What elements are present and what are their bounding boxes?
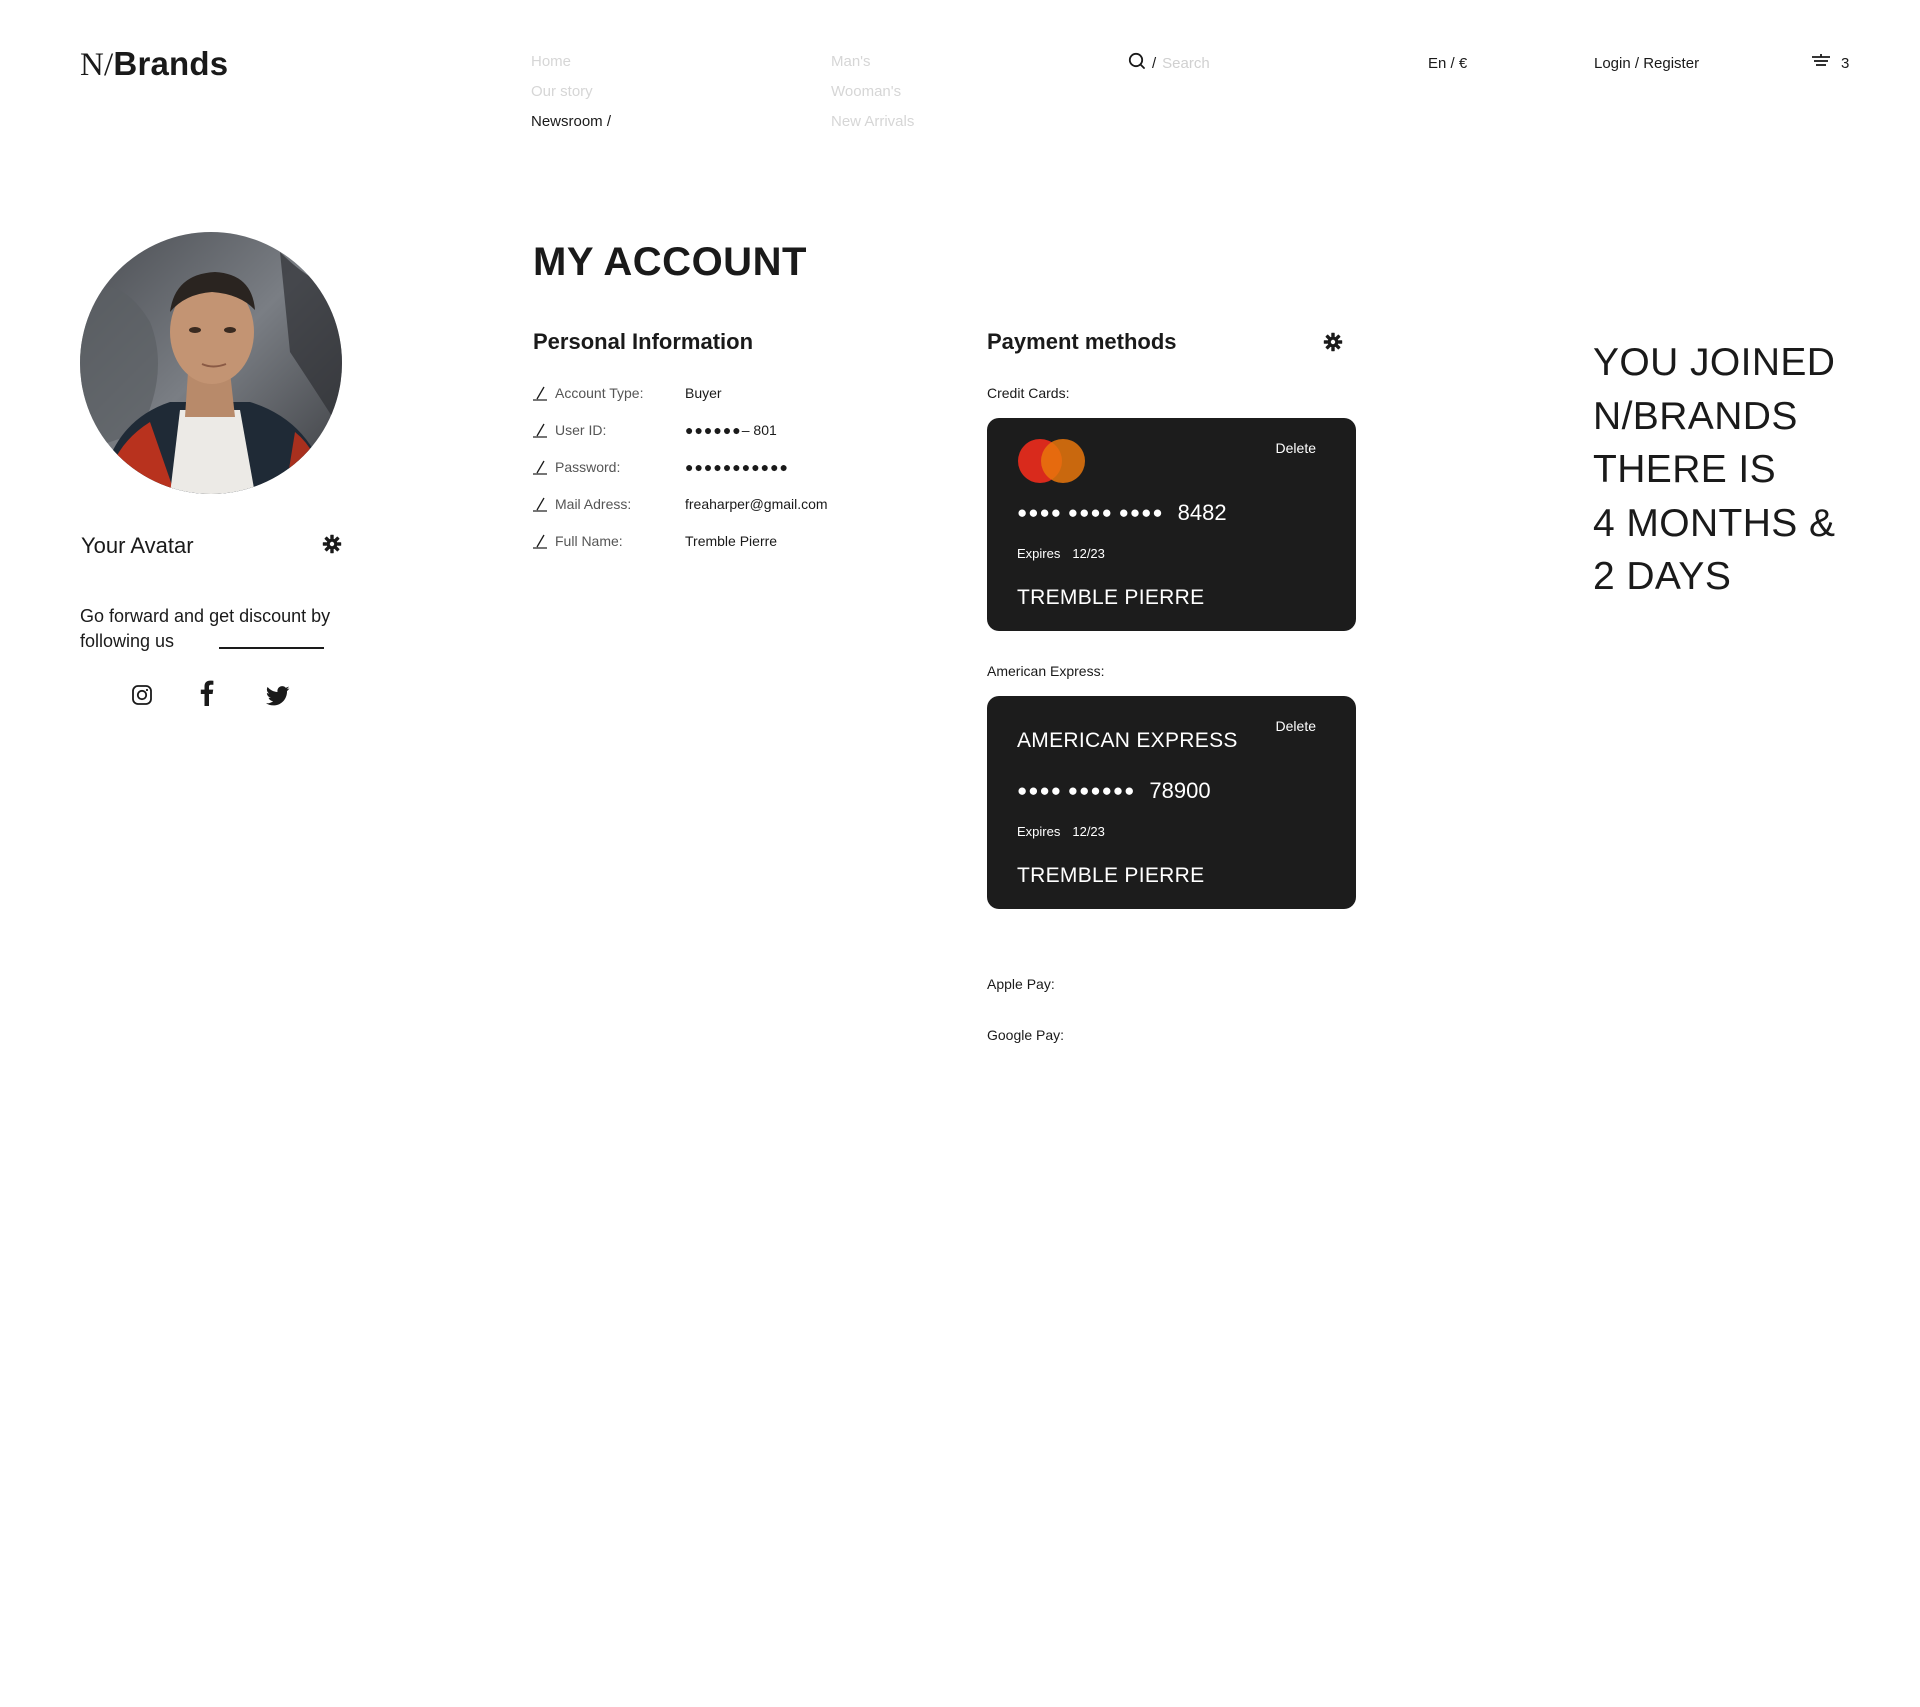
joined-line: 2 DAYS xyxy=(1593,555,1732,598)
info-value: – 801 xyxy=(741,422,777,438)
nav-link-new-arrivals[interactable]: New Arrivals xyxy=(831,112,914,131)
info-value-masked: ●●●●●● xyxy=(685,422,742,438)
language-currency-selector[interactable]: En / € xyxy=(1428,55,1467,72)
american-express-label: American Express: xyxy=(987,663,1105,679)
logo-name: Brands xyxy=(113,45,229,82)
avatar[interactable] xyxy=(80,232,342,494)
avatar-photo xyxy=(80,232,342,494)
primary-nav-left: Home Our story Newsroom / xyxy=(531,52,611,131)
page-title: MY ACCOUNT xyxy=(533,240,807,284)
info-label: Password: xyxy=(555,459,621,475)
apple-pay-label[interactable]: Apple Pay: xyxy=(987,976,1055,992)
info-label: Mail Adress: xyxy=(555,496,632,512)
follow-underline xyxy=(219,647,324,649)
cart-button[interactable]: 3 xyxy=(1811,53,1849,73)
nav-link-newsroom[interactable]: Newsroom / xyxy=(531,112,611,131)
gear-icon[interactable] xyxy=(1323,332,1343,357)
brand-logo[interactable]: N/Brands xyxy=(80,44,228,85)
card-expiry: Expires 12/23 xyxy=(1017,824,1105,839)
info-row-user-id: User ID: ●●●●●● – 801 xyxy=(533,420,777,440)
info-label: Full Name: xyxy=(555,533,623,549)
delete-card-button[interactable]: Delete xyxy=(1276,718,1316,734)
info-row-mail: Mail Adress: freaharper@gmail.com xyxy=(533,494,828,514)
card-expiry: Expires 12/23 xyxy=(1017,546,1105,561)
mastercard-logo-icon xyxy=(1017,438,1087,489)
info-label: Account Type: xyxy=(555,385,644,401)
membership-duration: YOU JOINED N/BRANDS THERE IS 4 MONTHS & … xyxy=(1593,336,1893,604)
gear-icon[interactable] xyxy=(322,534,342,559)
search-bar: / xyxy=(1128,52,1283,75)
expires-label: Expires xyxy=(1017,824,1061,839)
info-row-full-name: Full Name: Tremble Pierre xyxy=(533,531,777,551)
twitter-icon[interactable] xyxy=(265,686,290,711)
card-holder: TREMBLE PIERRE xyxy=(1017,586,1205,609)
card-number: ●●●● ●●●● ●●●● 8482 xyxy=(1017,500,1227,526)
personal-info-title: Personal Information xyxy=(533,329,754,354)
delete-card-button[interactable]: Delete xyxy=(1276,440,1316,456)
search-input[interactable] xyxy=(1162,55,1283,72)
nav-link-woomans[interactable]: Wooman's xyxy=(831,82,914,101)
logo-prefix: N/ xyxy=(80,47,114,83)
card-number: ●●●● ●●●●●● 78900 xyxy=(1017,778,1211,804)
login-register-link[interactable]: Login / Register xyxy=(1594,55,1699,72)
nav-link-our-story[interactable]: Our story xyxy=(531,82,611,101)
info-label: User ID: xyxy=(555,422,607,438)
edit-pen-icon[interactable] xyxy=(533,422,549,438)
expires-value: 12/23 xyxy=(1072,546,1105,561)
joined-line: THERE IS xyxy=(1593,448,1777,491)
card-number-masked: ●●●● ●●●● ●●●● xyxy=(1017,503,1164,522)
search-icon[interactable] xyxy=(1128,52,1146,75)
edit-pen-icon[interactable] xyxy=(533,385,549,401)
joined-line: YOU JOINED xyxy=(1593,341,1836,384)
card-number-masked: ●●●● ●●●●●● xyxy=(1017,781,1136,800)
facebook-icon[interactable] xyxy=(200,680,214,711)
amex-card[interactable]: AMERICAN EXPRESS Delete ●●●● ●●●●●● 7890… xyxy=(987,696,1356,909)
card-number-last: 8482 xyxy=(1177,500,1227,525)
card-holder: TREMBLE PIERRE xyxy=(1017,864,1205,887)
info-value: Tremble Pierre xyxy=(685,533,778,549)
card-brand: AMERICAN EXPRESS xyxy=(1017,729,1238,752)
info-value: freaharper@gmail.com xyxy=(685,496,828,512)
nav-link-mans[interactable]: Man's xyxy=(831,52,914,71)
instagram-icon[interactable] xyxy=(131,684,153,711)
info-value-masked: ●●●●●●●●●●● xyxy=(685,459,790,475)
google-pay-label[interactable]: Google Pay: xyxy=(987,1027,1064,1043)
joined-line: 4 MONTHS & xyxy=(1593,501,1836,545)
info-value: Buyer xyxy=(685,385,722,401)
expires-label: Expires xyxy=(1017,546,1061,561)
primary-nav-right: Man's Wooman's New Arrivals xyxy=(831,52,914,131)
info-row-account-type: Account Type: Buyer xyxy=(533,383,722,403)
payment-methods-title: Payment methods xyxy=(987,329,1177,354)
basket-icon xyxy=(1811,53,1831,73)
expires-value: 12/23 xyxy=(1072,824,1105,839)
credit-cards-label: Credit Cards: xyxy=(987,385,1070,401)
joined-line: N/BRANDS xyxy=(1593,394,1798,438)
search-separator: / xyxy=(1152,55,1157,72)
info-row-password: Password: ●●●●●●●●●●● xyxy=(533,457,789,477)
edit-pen-icon[interactable] xyxy=(533,459,549,475)
avatar-label: Your Avatar xyxy=(81,533,194,558)
card-number-last: 78900 xyxy=(1149,778,1211,803)
nav-link-home[interactable]: Home xyxy=(531,52,611,71)
cart-count: 3 xyxy=(1841,54,1850,72)
credit-card[interactable]: Delete ●●●● ●●●● ●●●● 8482 Expires 12/23 … xyxy=(987,418,1356,631)
edit-pen-icon[interactable] xyxy=(533,496,549,512)
edit-pen-icon[interactable] xyxy=(533,533,549,549)
